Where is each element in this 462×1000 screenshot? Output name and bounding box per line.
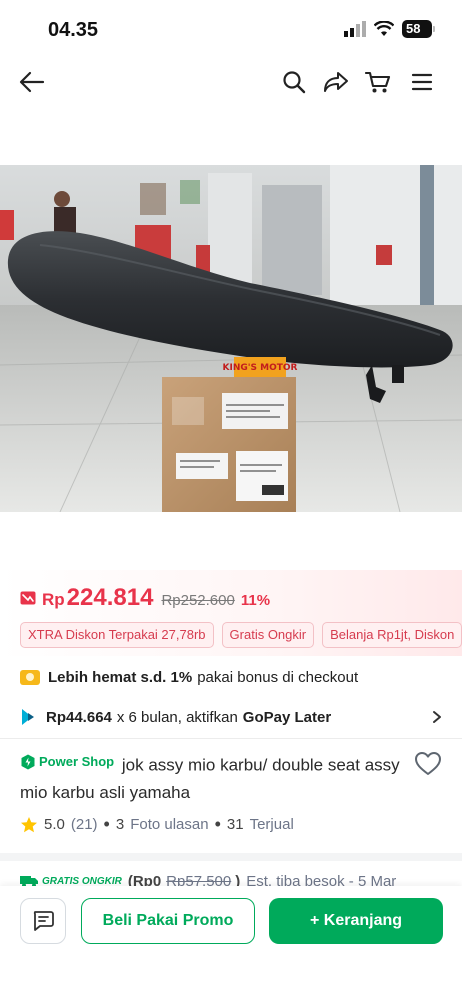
separator-dot: •	[103, 814, 110, 834]
arrow-left-icon	[19, 71, 45, 93]
share-button[interactable]	[322, 68, 350, 96]
bonus-row[interactable]: Lebih hemat s.d. 1% pakai bonus di check…	[20, 666, 442, 688]
bonus-highlight: Lebih hemat s.d. 1%	[48, 668, 193, 686]
chevron-right-icon	[433, 711, 441, 723]
photo-review-label: Foto ulasan	[130, 816, 209, 833]
product-image[interactable]: KING'S MOTOR	[0, 165, 462, 512]
sticker-text: KING'S MOTOR	[223, 363, 298, 373]
share-icon	[324, 72, 348, 92]
installment-text: x 6 bulan, aktifkan	[116, 708, 238, 726]
menu-button[interactable]	[408, 68, 436, 96]
cart-icon	[365, 71, 391, 93]
original-price: Rp252.600	[161, 592, 235, 609]
wifi-icon	[374, 21, 394, 36]
chip-xtra-discount[interactable]: XTRA Diskon Terpakai 27,78rb	[20, 622, 214, 648]
gopay-later-label: GoPay Later	[242, 708, 332, 726]
bonus-text: pakai bonus di checkout	[197, 668, 359, 686]
rating-score: 5.0	[44, 816, 65, 833]
star-icon	[21, 816, 37, 832]
add-to-cart-button[interactable]: + Keranjang	[269, 898, 443, 944]
power-shop-label: Power Shop	[39, 754, 115, 769]
power-shop-icon	[21, 754, 35, 769]
separator-dot: •	[214, 814, 221, 834]
price-row: Rp 224.814 Rp252.600 11%	[20, 584, 270, 612]
flash-sale-icon	[20, 591, 36, 605]
rating-row[interactable]: 5.0 (21) • 3 Foto ulasan • 31 Terjual	[20, 814, 294, 835]
free-shipping-badge: GRATIS ONGKIR	[42, 875, 122, 887]
bottom-action-bar: Beli Pakai Promo + Keranjang	[0, 886, 462, 1000]
wishlist-button[interactable]	[414, 750, 442, 778]
chip-spend-discount[interactable]: Belanja Rp1jt, Diskon	[322, 622, 462, 648]
chip-free-shipping[interactable]: Gratis Ongkir	[221, 622, 315, 648]
coin-icon	[20, 669, 40, 685]
buy-with-promo-button[interactable]: Beli Pakai Promo	[81, 898, 255, 944]
rating-count: (21)	[70, 816, 98, 833]
cart-button[interactable]	[364, 68, 392, 96]
search-icon	[283, 71, 306, 94]
product-title-block: Power Shop jok assy mio karbu/ double se…	[20, 748, 400, 806]
promo-chips: XTRA Diskon Terpakai 27,78rb Gratis Ongk…	[20, 622, 462, 648]
sold-count: 31	[226, 816, 244, 833]
product-photo: KING'S MOTOR	[0, 165, 462, 512]
discount-percent: 11%	[240, 592, 271, 609]
sold-label: Terjual	[249, 816, 294, 833]
top-nav	[0, 60, 462, 104]
hamburger-menu-icon	[411, 73, 433, 91]
price-currency: Rp	[42, 590, 65, 609]
divider	[0, 738, 462, 739]
battery-indicator: 58	[402, 20, 435, 38]
gopay-later-icon	[22, 709, 34, 725]
photo-review-count: 3	[115, 816, 125, 833]
installment-row[interactable]: Rp44.664 x 6 bulan, aktifkan GoPay Later	[20, 706, 442, 728]
status-time: 04.35	[48, 19, 99, 41]
chat-icon	[33, 911, 54, 931]
search-button[interactable]	[280, 68, 308, 96]
price-section: Rp 224.814 Rp252.600 11% XTRA Diskon Ter…	[0, 570, 462, 656]
price-value: 224.814	[66, 584, 154, 611]
signal-icon	[344, 21, 366, 37]
status-icons: 58	[344, 20, 435, 38]
chat-button[interactable]	[20, 898, 66, 944]
section-divider	[0, 853, 462, 861]
back-button[interactable]	[18, 68, 46, 96]
power-shop-badge: Power Shop	[20, 748, 114, 775]
status-bar: 04.35 58	[0, 0, 462, 56]
installment-amount: Rp44.664	[46, 708, 112, 726]
heart-icon	[415, 752, 441, 775]
